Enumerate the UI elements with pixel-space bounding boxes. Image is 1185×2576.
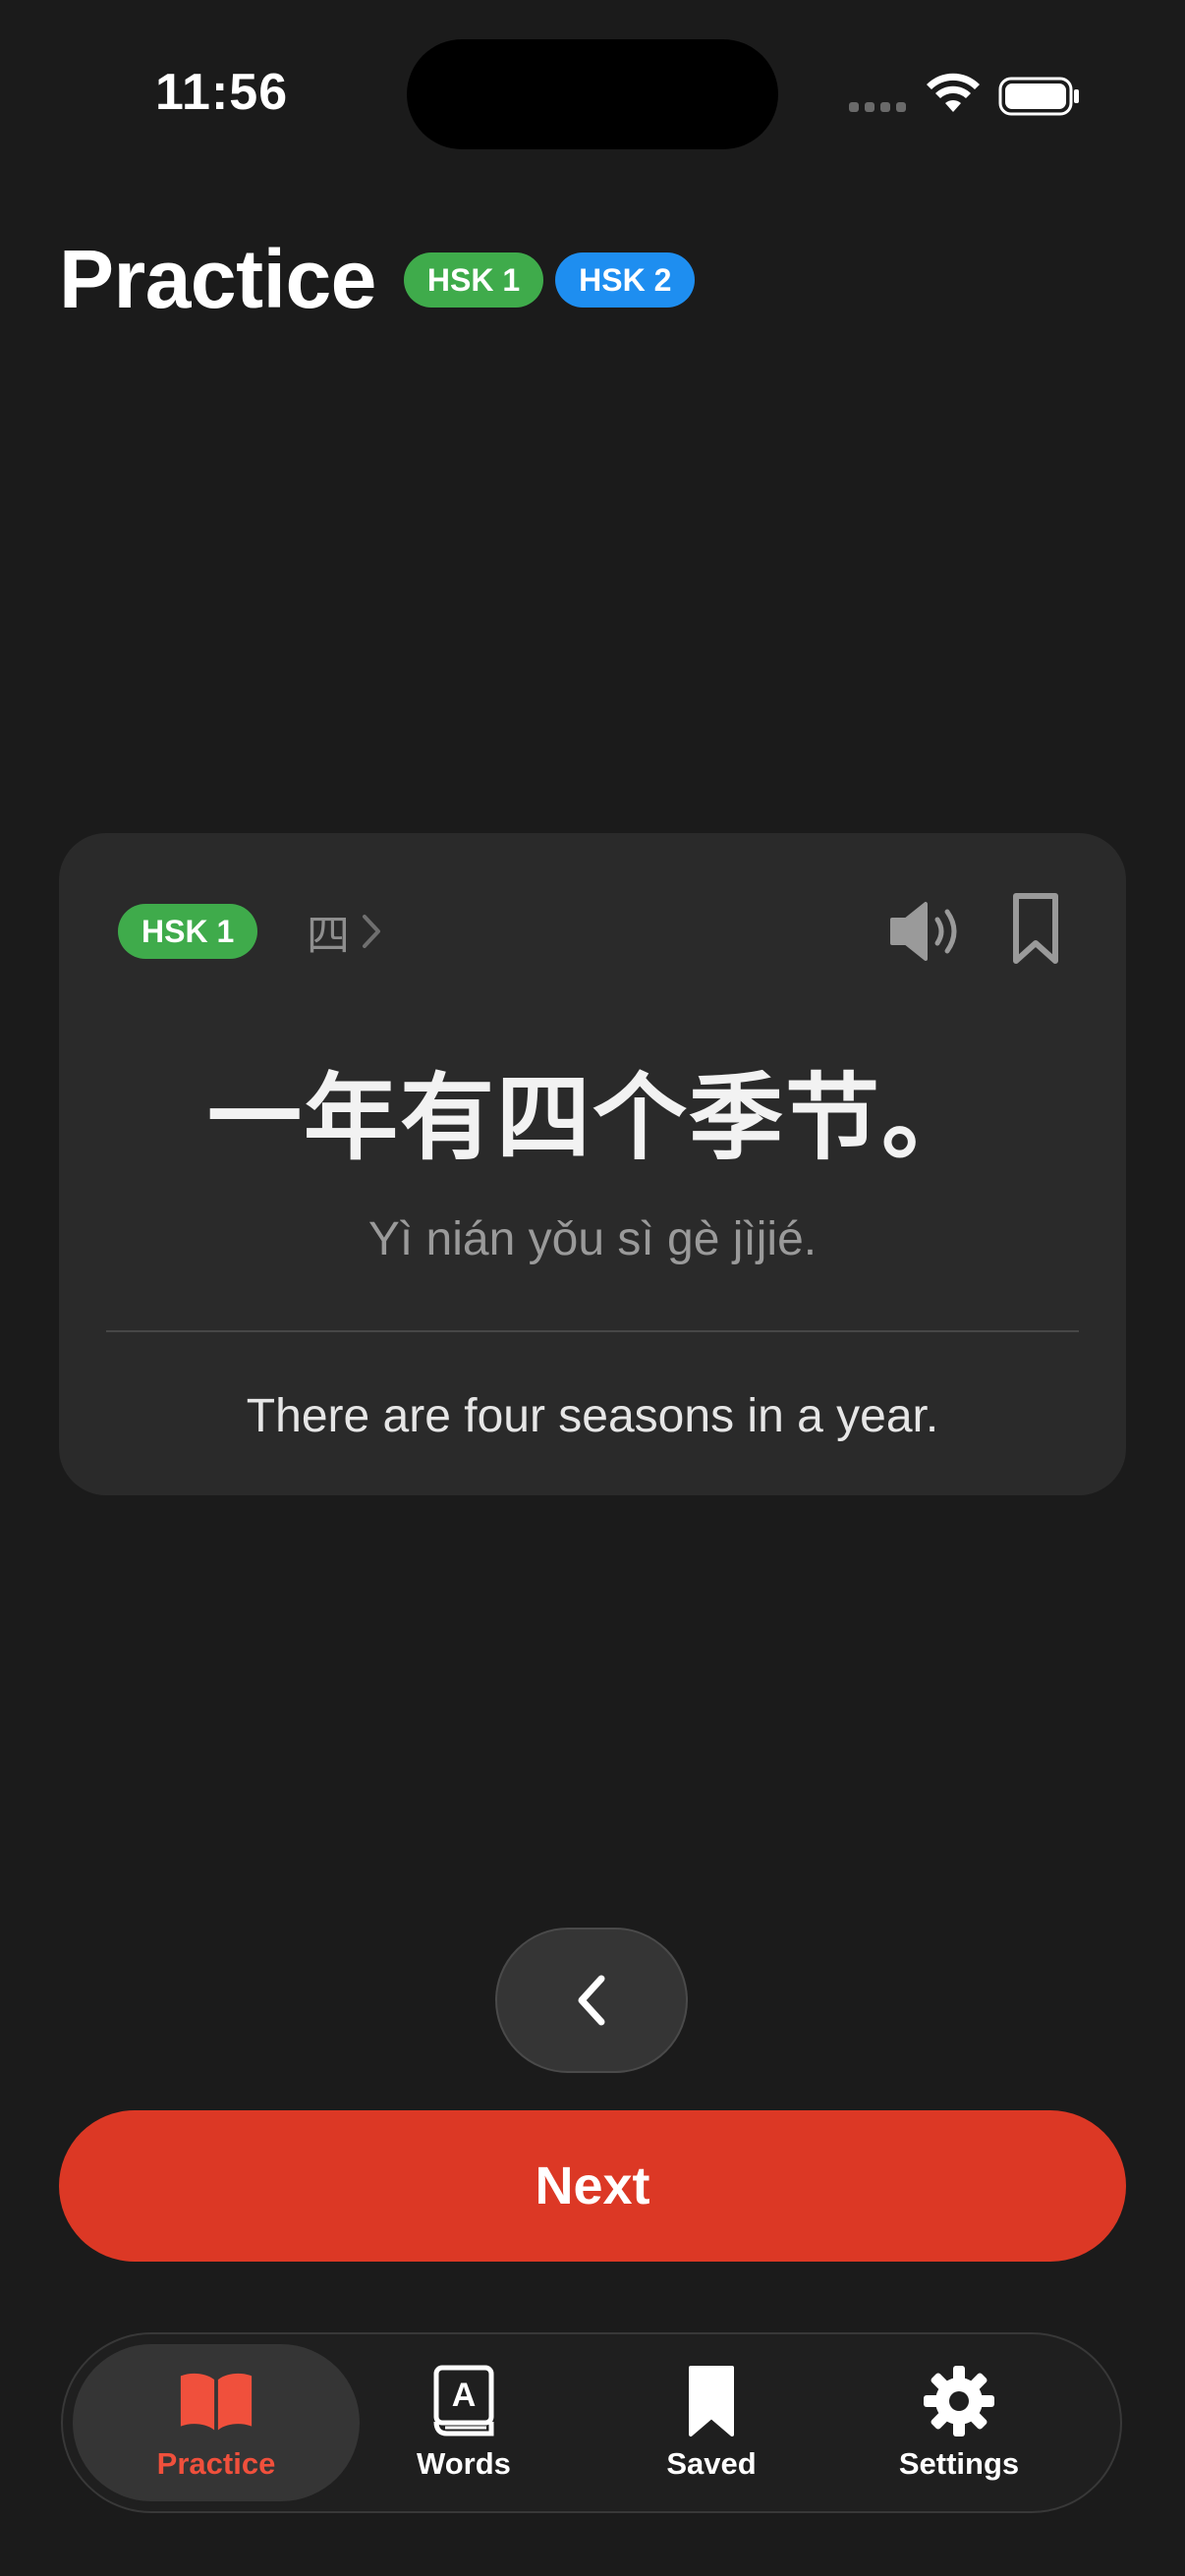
tab-bar: Practice A Words Saved Settings: [61, 2332, 1122, 2513]
word-link-label: 四: [307, 911, 350, 961]
card-divider: [106, 1330, 1079, 1332]
translation-text: There are four seasons in a year.: [246, 1390, 939, 1442]
word-link[interactable]: 四: [307, 904, 381, 961]
tab-label-words: Words: [417, 2446, 511, 2481]
chinese-sentence: 一年有四个季节。: [207, 1063, 978, 1173]
open-book-icon: [180, 2373, 253, 2431]
previous-button[interactable]: [495, 1928, 688, 2073]
tab-settings[interactable]: Settings: [816, 2344, 1102, 2501]
card-level-badge: HSK 1: [118, 904, 258, 959]
battery-icon: [998, 77, 1079, 116]
level-filter-hsk1[interactable]: HSK 1: [403, 252, 544, 308]
status-time: 11:56: [155, 64, 289, 121]
next-button[interactable]: Next: [59, 2110, 1126, 2262]
tab-label-practice: Practice: [156, 2446, 276, 2481]
bookmark-fill-icon: [689, 2366, 734, 2436]
tab-label-settings: Settings: [898, 2446, 1020, 2481]
wifi-icon: [927, 73, 980, 112]
cellular-signal-icon: [849, 102, 906, 112]
bookmark-icon[interactable]: [1008, 890, 1063, 969]
page-title: Practice: [59, 233, 376, 325]
svg-text:A: A: [452, 2377, 477, 2414]
header: Practice HSK 1 HSK 2: [59, 232, 706, 327]
speaker-icon[interactable]: [886, 896, 965, 967]
pinyin-text: Yì nián yǒu sì gè jìjié.: [367, 1213, 818, 1265]
tab-saved[interactable]: Saved: [568, 2344, 855, 2501]
dictionary-icon: A: [433, 2365, 494, 2436]
dynamic-island: [407, 39, 778, 149]
chevron-right-icon: [363, 915, 380, 948]
level-filter-hsk2[interactable]: HSK 2: [555, 252, 696, 308]
tab-practice[interactable]: Practice: [73, 2344, 360, 2501]
sentence-card: HSK 1 四 一年有四个季节。 Yì nián yǒu sì gè jìjié…: [59, 833, 1126, 1495]
tab-label-saved: Saved: [666, 2446, 757, 2481]
gear-icon: [924, 2366, 994, 2436]
chevron-left-icon: [578, 1975, 605, 2026]
tab-words[interactable]: A Words: [320, 2344, 607, 2501]
